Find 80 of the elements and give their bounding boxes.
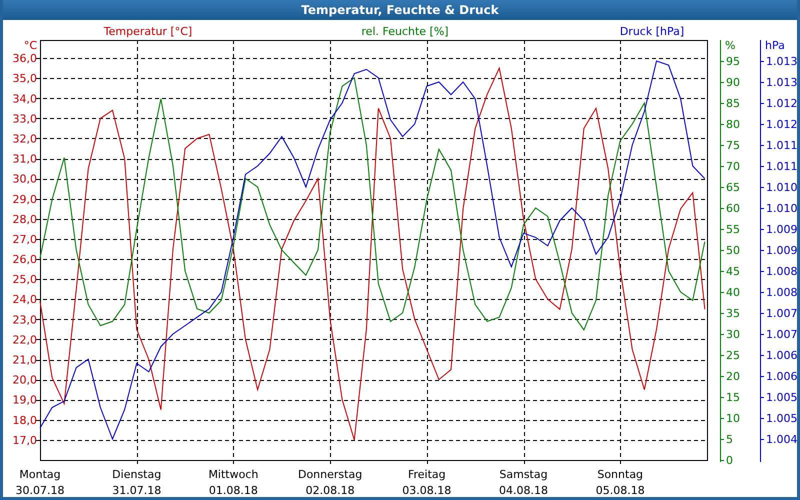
- axis-label: 32,0: [12, 132, 37, 146]
- axis-label: 18,0: [12, 414, 37, 427]
- day-label: Montag: [19, 468, 61, 481]
- axis-label: 30: [726, 328, 740, 341]
- date-label: 05.08.18: [596, 484, 645, 497]
- axis-label: 25: [726, 349, 740, 362]
- axis-label: 1.008: [766, 286, 797, 299]
- axis-label: 95: [726, 55, 740, 68]
- day-label: Samstag: [499, 468, 548, 481]
- axis-label: 35: [726, 307, 740, 320]
- date-label: 30.07.18: [16, 484, 64, 497]
- axis-label: 21,0: [12, 354, 37, 367]
- axis-label: 90: [726, 76, 740, 89]
- axis-label: 25,0: [12, 273, 37, 286]
- axis-label: 31,0: [12, 152, 37, 166]
- axis-unit-label: hPa: [765, 39, 785, 52]
- axis-unit-label: °C: [24, 39, 37, 52]
- axis-label: 70: [726, 160, 740, 173]
- axis-label: 1.010: [766, 202, 797, 215]
- axis-label: 1.005: [766, 412, 797, 425]
- axis-label: 55: [726, 223, 740, 236]
- day-label: Donnerstag: [298, 468, 362, 481]
- axis-label: 50: [726, 244, 740, 257]
- axis-label: 1.005: [766, 391, 797, 404]
- axis-label: 45: [726, 265, 740, 278]
- axis-label: 36,0: [12, 52, 37, 66]
- date-label: 31.07.18: [112, 484, 162, 497]
- axis-label: 60: [726, 202, 740, 215]
- axis-label: 1.012: [766, 97, 797, 110]
- axis-label: 33,0: [12, 112, 37, 126]
- axis-label: 0: [726, 454, 733, 467]
- date-label: 03.08.18: [402, 484, 452, 497]
- axis-label: 22,0: [12, 333, 37, 346]
- axis-label: 24,0: [12, 293, 37, 306]
- axis-label: 1.013: [766, 55, 797, 68]
- axis-label: 30,0: [12, 172, 37, 186]
- day-label: Freitag: [408, 468, 446, 481]
- day-label: Sonntag: [597, 468, 644, 481]
- axis-label: 20,0: [12, 374, 37, 387]
- axis-label: 26,0: [12, 253, 37, 266]
- axis-label: 35,0: [12, 72, 37, 86]
- axis-label: 80: [726, 118, 740, 131]
- axis-label: 40: [726, 286, 740, 299]
- window-title: Temperatur, Feuchte & Druck: [301, 3, 499, 17]
- axis-label: 1.013: [766, 76, 797, 89]
- axis-label: 1.009: [766, 244, 797, 257]
- axis-label: 75: [726, 139, 740, 152]
- day-label: Dienstag: [112, 468, 162, 481]
- legend-label: rel. Feuchte [%]: [361, 25, 449, 38]
- axis-label: 23,0: [12, 313, 37, 326]
- axis-label: 1.006: [766, 349, 797, 362]
- date-label: 04.08.18: [499, 484, 548, 497]
- axis-label: 1.011: [766, 160, 797, 173]
- axis-label: 29,0: [12, 192, 37, 206]
- axis-label: 1.008: [766, 265, 797, 278]
- date-label: 01.08.18: [208, 484, 258, 497]
- axis-label: 20: [726, 370, 740, 383]
- day-label: Mittwoch: [208, 468, 258, 481]
- axis-label: 1.012: [766, 118, 797, 131]
- axis-label: 1.007: [766, 307, 797, 320]
- axis-label: 1.010: [766, 181, 797, 194]
- axis-label: 1.004: [766, 433, 797, 446]
- legend-label: Druck [hPa]: [620, 25, 684, 38]
- axis-label: 27,0: [12, 232, 37, 246]
- axis-label: 1.007: [766, 328, 797, 341]
- axis-unit-label: %: [725, 39, 736, 52]
- axis-label: 1.006: [766, 370, 797, 383]
- axis-label: 15: [726, 391, 740, 404]
- axis-label: 1.009: [766, 223, 797, 236]
- date-label: 02.08.18: [306, 484, 355, 497]
- axis-label: 17,0: [12, 434, 37, 447]
- axis-label: 28,0: [12, 212, 37, 226]
- axis-label: 10: [726, 412, 740, 425]
- axis-label: 65: [726, 181, 740, 194]
- axis-label: 34,0: [12, 92, 37, 106]
- axis-label: 1.011: [766, 139, 797, 152]
- axis-label: 85: [726, 97, 740, 110]
- axis-label: 5: [726, 433, 733, 446]
- axis-label: 19,0: [12, 394, 37, 407]
- legend-label: Temperatur [°C]: [104, 25, 192, 38]
